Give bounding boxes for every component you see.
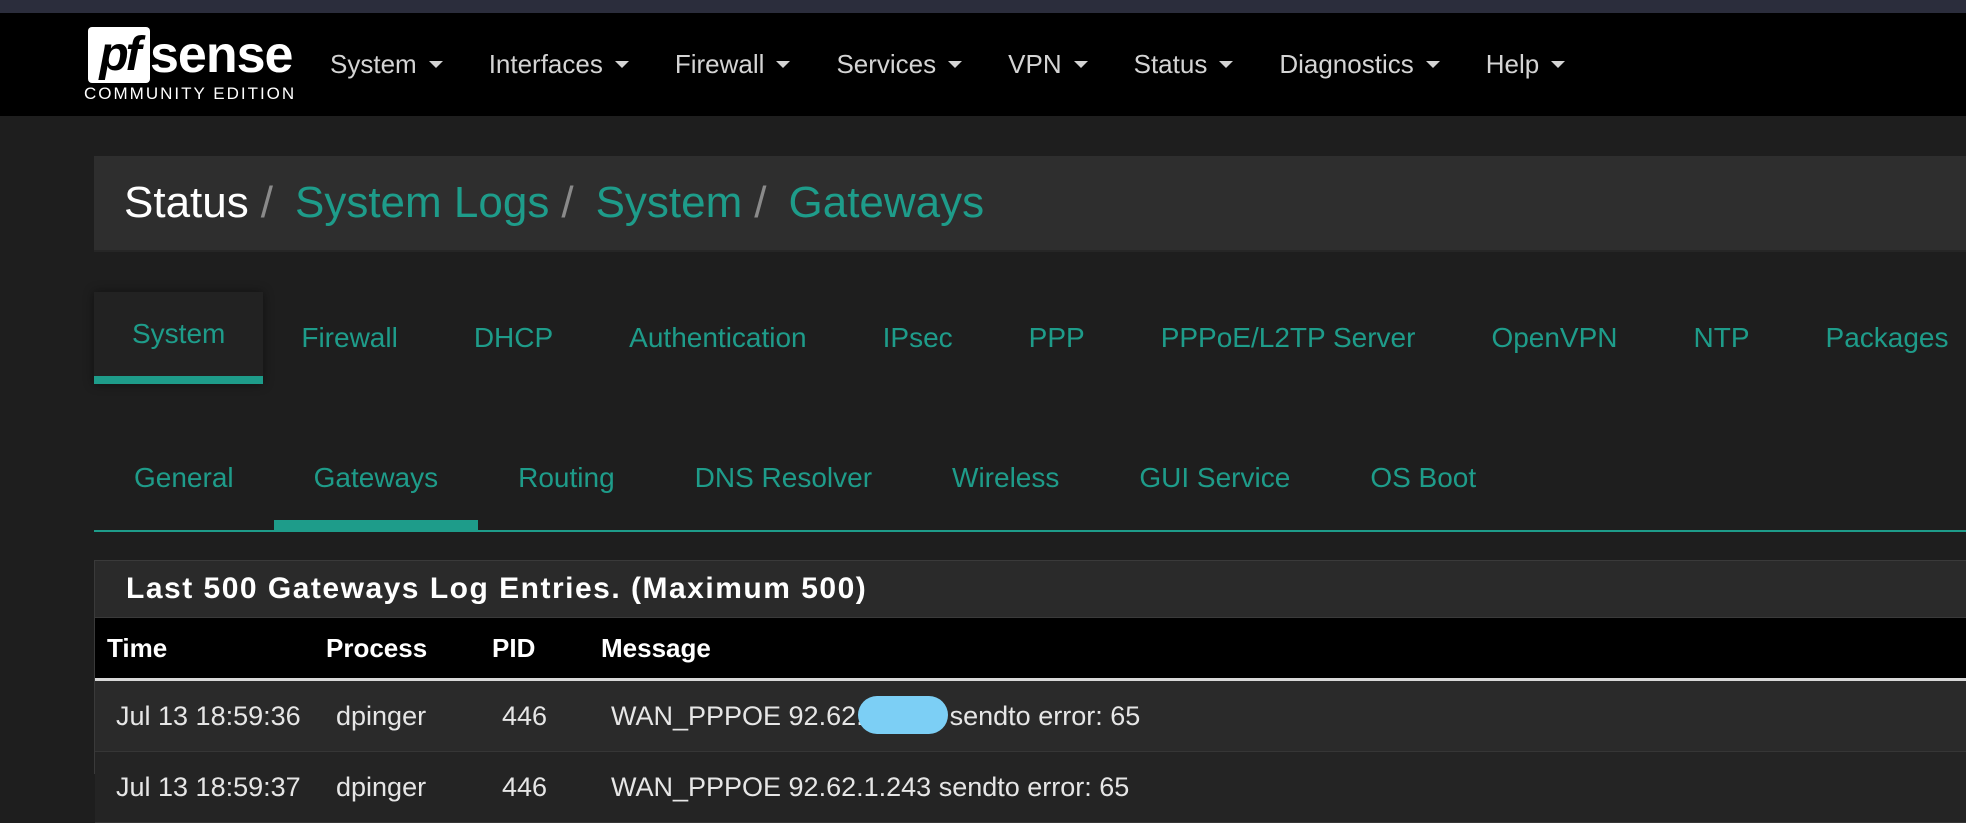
breadcrumb-separator: / [754,178,767,227]
message-prefix: WAN_PPPOE 92.62.1.243 [611,772,932,802]
menu-interfaces[interactable]: Interfaces [489,49,629,80]
chevron-down-icon [1425,61,1440,68]
tab-authentication[interactable]: Authentication [591,292,844,384]
tab-system-label: System [132,318,226,349]
menu-system-label: System [330,49,417,79]
tab-openvpn-label: OpenVPN [1491,322,1618,353]
column-pid[interactable]: PID [492,618,535,678]
chevron-down-icon [428,61,443,68]
cell-message: WAN_PPPOE 92.62.1.243 sendto error: 65 [611,752,1129,822]
pfsense-logo[interactable]: pf sense COMMUNITY EDITION [84,26,297,109]
cell-time: Jul 13 18:59:36 [116,701,301,731]
log-tabs: System Firewall DHCP Authentication IPse… [94,292,1966,388]
tab-dhcp[interactable]: DHCP [436,292,591,384]
message-suffix: sendto error: 65 [938,772,1130,802]
menu-firewall-label: Firewall [674,49,765,79]
tab-packages-label: Packages [1825,322,1949,353]
column-time[interactable]: Time [107,618,167,678]
tab-ppp[interactable]: PPP [991,292,1123,384]
menu-help[interactable]: Help [1485,49,1566,80]
table-row: Jul 13 18:59:37 dpinger 446 WAN_PPPOE 92… [95,752,1966,823]
chevron-down-icon [1551,61,1566,68]
cell-pid: 446 [502,772,548,802]
subtab-gateways-label: Gateways [313,462,439,493]
tab-packages[interactable]: Packages [1788,292,1966,384]
message-suffix: sendto error: 65 [949,701,1141,731]
tab-firewall[interactable]: Firewall [263,292,435,384]
chevron-down-icon [1073,61,1088,68]
tab-ipsec[interactable]: IPsec [845,292,991,384]
breadcrumb-separator: / [260,178,273,227]
subtab-gui-service-label: GUI Service [1139,462,1291,493]
breadcrumb: Status / System Logs / System / Gateways [124,156,984,250]
tab-system[interactable]: System [94,292,264,384]
message-prefix: WAN_PPPOE 92.62. [611,701,864,731]
menu-services[interactable]: Services [836,49,963,80]
tab-firewall-label: Firewall [301,322,398,353]
tab-ntp-label: NTP [1693,322,1750,353]
breadcrumb-gateways[interactable]: Gateways [789,178,985,228]
log-panel: Last 500 Gateways Log Entries. (Maximum … [94,560,1966,823]
window-top-strip [0,0,1966,13]
breadcrumb-system-logs[interactable]: System Logs [295,178,549,228]
tab-openvpn[interactable]: OpenVPN [1453,292,1655,384]
breadcrumb-system[interactable]: System [596,178,743,228]
subtab-general-label: General [134,462,234,493]
breadcrumb-separator: / [561,178,574,227]
system-log-subtabs: General Gateways Routing DNS Resolver Wi… [94,436,1966,532]
subtab-os-boot[interactable]: OS Boot [1330,436,1516,530]
cell-process: dpinger [336,701,427,731]
column-message[interactable]: Message [601,618,711,678]
menu-status[interactable]: Status [1134,49,1234,80]
panel-title: Last 500 Gateways Log Entries. (Maximum … [95,561,1966,618]
menu-system[interactable]: System [330,49,443,80]
subtab-dns-resolver[interactable]: DNS Resolver [655,436,912,530]
table-row: Jul 13 18:59:36 dpinger 446 WAN_PPPOE 92… [95,681,1966,752]
menu-help-label: Help [1485,49,1540,79]
tab-ppp-label: PPP [1028,322,1085,353]
tab-dhcp-label: DHCP [473,322,554,353]
tab-ipsec-label: IPsec [882,322,953,353]
menu-firewall[interactable]: Firewall [675,49,791,80]
logo-word: sense [150,26,293,84]
cell-process: dpinger [336,772,427,802]
column-process[interactable]: Process [326,618,427,678]
page-header: Status / System Logs / System / Gateways [94,156,1966,252]
logo-mark: pf [88,27,150,83]
cell-pid: 446 [502,701,548,731]
tab-ntp[interactable]: NTP [1656,292,1788,384]
main-menu: System Interfaces Firewall Services VPN … [330,13,1611,116]
subtab-wireless-label: Wireless [952,462,1060,493]
menu-diagnostics-label: Diagnostics [1279,49,1414,79]
menu-vpn[interactable]: VPN [1008,49,1088,80]
cell-message: WAN_PPPOE 92.62. sendto error: 65 [611,681,1140,751]
top-navbar: pf sense COMMUNITY EDITION System Interf… [0,13,1966,116]
menu-status-label: Status [1133,49,1208,79]
subtab-wireless[interactable]: Wireless [912,436,1099,530]
menu-services-label: Services [836,49,937,79]
subtab-general[interactable]: General [94,436,274,530]
chevron-down-icon [1219,61,1234,68]
cell-time: Jul 13 18:59:37 [116,772,301,802]
tab-pppoe-l2tp-server[interactable]: PPPoE/L2TP Server [1123,292,1454,384]
tab-authentication-label: Authentication [629,322,807,353]
menu-diagnostics[interactable]: Diagnostics [1279,49,1440,80]
subtab-gateways[interactable]: Gateways [273,436,479,530]
table-header: Time Process PID Message [95,618,1966,681]
chevron-down-icon [614,61,629,68]
chevron-down-icon [948,61,963,68]
menu-interfaces-label: Interfaces [488,49,603,79]
tab-pppoe-label: PPPoE/L2TP Server [1160,322,1416,353]
subtab-os-boot-label: OS Boot [1370,462,1477,493]
logo-edition: COMMUNITY EDITION [84,84,297,103]
chevron-down-icon [776,61,791,68]
subtab-routing-label: Routing [518,462,615,493]
subtab-routing[interactable]: Routing [478,436,655,530]
redaction-mark [857,695,948,734]
subtab-gui-service[interactable]: GUI Service [1099,436,1330,530]
subtab-dns-resolver-label: DNS Resolver [694,462,873,493]
menu-vpn-label: VPN [1008,49,1062,79]
breadcrumb-root: Status [124,178,249,227]
